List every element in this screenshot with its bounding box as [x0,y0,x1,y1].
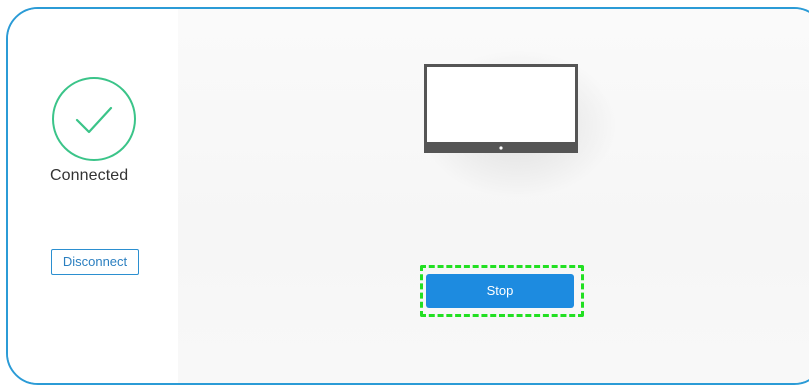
monitor-icon [424,64,578,153]
stop-button[interactable]: Stop [426,274,574,308]
disconnect-button[interactable]: Disconnect [51,249,139,275]
check-circle-icon [51,76,137,162]
connection-status-label: Connected [50,167,129,184]
cast-panel: Stop [178,9,809,383]
connection-status-panel: Connected Disconnect [8,9,178,383]
dialog-frame: Connected Disconnect Stop [6,7,809,385]
